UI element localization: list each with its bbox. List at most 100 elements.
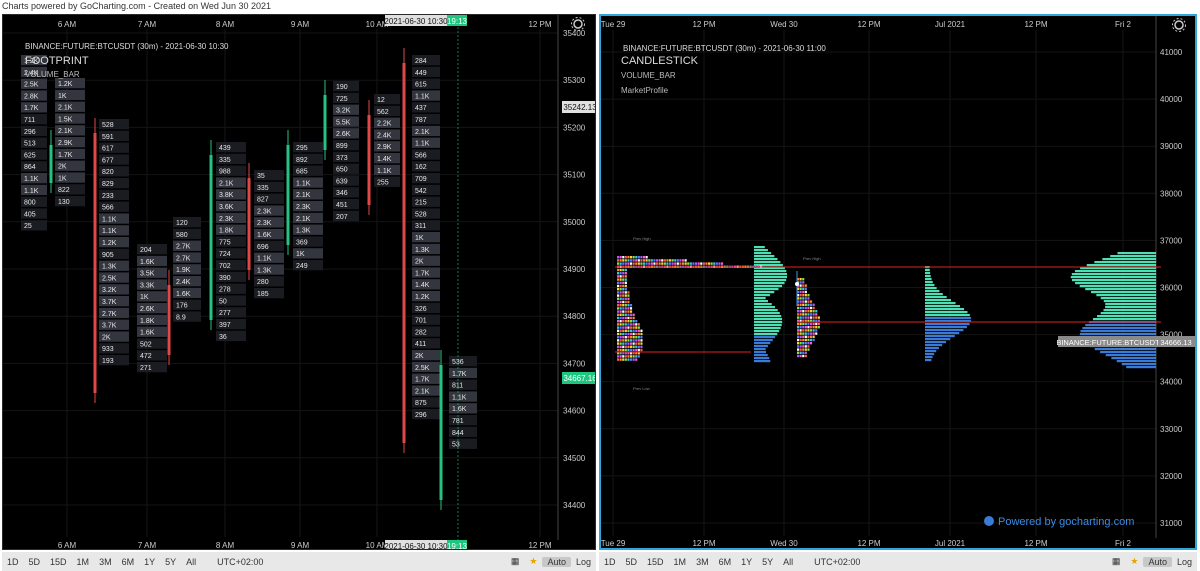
- footprint-cell-value: 711: [24, 117, 35, 124]
- footprint-cell-value: 335: [257, 185, 269, 192]
- grid-icon[interactable]: ▦: [506, 556, 525, 567]
- profile-bar: [754, 342, 771, 345]
- tpo-cell: [802, 306, 805, 310]
- time-tick-label: Wed 30: [770, 539, 798, 548]
- profile-bar: [925, 326, 967, 329]
- price-tick-label: 34600: [563, 407, 586, 416]
- footprint-chart-panel[interactable]: 6 AM 6 AM 7 AM 7 AM 8 AM 8 AM 9 AM 9 AM 10 AM 10 …: [2, 14, 596, 550]
- tpo-cell: [617, 320, 620, 323]
- footprint-cell-value: 2.2K: [377, 121, 392, 128]
- tpo-cell: [624, 307, 627, 310]
- log-scale-button[interactable]: Log: [571, 557, 596, 567]
- profile-bar: [754, 360, 771, 363]
- footprint-cell-value: 864: [24, 164, 36, 171]
- marketprofile-chart-panel[interactable]: Tue 29 Tue 29 12 PM 12 PM Wed 30 Wed 30 12 PM 1…: [599, 14, 1197, 550]
- range-6m[interactable]: 6M: [117, 557, 140, 567]
- tpo-cell: [802, 348, 805, 351]
- range-1y[interactable]: 1Y: [736, 557, 757, 567]
- profile-bar: [1075, 282, 1156, 285]
- tpo-cell: [815, 316, 818, 319]
- mp-settings-icon[interactable]: [1172, 18, 1186, 32]
- candle-body: [49, 145, 53, 183]
- auto-scale-button[interactable]: Auto: [542, 556, 571, 567]
- tpo-cell: [632, 355, 635, 358]
- timezone-label[interactable]: UTC+02:00: [201, 557, 268, 567]
- range-3m[interactable]: 3M: [94, 557, 117, 567]
- marketprofile-chart-canvas[interactable]: Tue 29 Tue 29 12 PM 12 PM Wed 30 Wed 30 12 PM 1…: [601, 16, 1195, 548]
- tpo-cell: [632, 358, 635, 361]
- tpo-cell: [619, 348, 622, 352]
- footprint-cell-value: 1.2K: [58, 81, 73, 88]
- tpo-cell: [630, 304, 633, 307]
- range-1m[interactable]: 1M: [72, 557, 95, 567]
- range-5d[interactable]: 5D: [24, 557, 46, 567]
- tpo-cell: [695, 262, 698, 265]
- profile-bar: [754, 282, 785, 285]
- tpo-cell: [617, 316, 620, 320]
- tpo-cell: [617, 262, 620, 265]
- star-icon[interactable]: ★: [1125, 556, 1143, 567]
- footprint-cell-value: 5.5K: [336, 119, 351, 126]
- profile-bar: [754, 309, 778, 312]
- footprint-cell-value: 566: [415, 152, 427, 159]
- price-tick-label: 35000: [563, 218, 586, 227]
- footprint-cell-value: 2.3K: [219, 216, 234, 223]
- footprint-column: 35 335 827 2.3K 2.3K 1.6K 696 1.1K 1.3K 280 185: [247, 163, 284, 299]
- credit-text: Charts powered by GoCharting.com - Creat…: [2, 1, 271, 11]
- range-all[interactable]: All: [181, 557, 201, 567]
- price-tick-label: 34700: [563, 359, 586, 368]
- tpo-cell: [632, 339, 635, 342]
- range-1d[interactable]: 1D: [2, 557, 24, 567]
- tpo-cell: [804, 322, 807, 326]
- tpo-cell: [799, 278, 802, 281]
- footprint-chart-canvas[interactable]: 6 AM6 AM7 AM7 AM8 AM8 AM9 AM9 AM10 AM10 …: [3, 15, 596, 550]
- time-tick-label: 12 PM: [1024, 20, 1047, 29]
- tpo-cell: [630, 316, 633, 320]
- tpo-cell: [624, 316, 627, 320]
- tpo-cell: [617, 259, 620, 262]
- candle-body: [286, 145, 290, 245]
- marketprofile-price-axis[interactable]: 4100040000390003800037000360003500034000…: [1160, 48, 1183, 528]
- range-1m[interactable]: 1M: [669, 557, 692, 567]
- range-6m[interactable]: 6M: [714, 557, 737, 567]
- tpo-cell: [617, 342, 620, 345]
- footprint-cell-value: 1.6K: [452, 406, 467, 413]
- profile-bar: [754, 255, 775, 258]
- last-price-label: BINANCE:FUTURE:BTCUSDT 34666.13: [1056, 336, 1195, 347]
- range-1y[interactable]: 1Y: [139, 557, 160, 567]
- grid-icon[interactable]: ▦: [1107, 556, 1126, 567]
- range-1d[interactable]: 1D: [599, 557, 621, 567]
- profile-bar: [925, 284, 935, 287]
- range-15d[interactable]: 15D: [642, 557, 669, 567]
- tpo-cell: [624, 300, 627, 304]
- footprint-cell-value: 8.9: [176, 314, 186, 321]
- log-scale-button[interactable]: Log: [1172, 557, 1197, 567]
- tpo-cell: [640, 348, 643, 352]
- prev-low-label: Prev Low: [633, 386, 650, 391]
- powered-by-badge[interactable]: Powered by gocharting.com: [984, 516, 1134, 528]
- range-all[interactable]: All: [778, 557, 798, 567]
- footprint-cell-value: 280: [257, 279, 269, 286]
- range-5y[interactable]: 5Y: [160, 557, 181, 567]
- tpo-cell: [637, 259, 640, 262]
- range-5d[interactable]: 5D: [621, 557, 643, 567]
- footprint-cell-value: 255: [377, 180, 389, 187]
- tpo-cell: [804, 284, 807, 287]
- tpo-cell: [802, 313, 805, 316]
- tpo-cell: [817, 322, 820, 326]
- footprint-symbol-label: BINANCE:FUTURE:BTCUSDT (30m) - 2021-06-3…: [25, 42, 229, 51]
- star-icon[interactable]: ★: [524, 556, 542, 567]
- profile-bar: [1071, 279, 1156, 282]
- tpo-cell: [630, 332, 633, 336]
- footprint-cell-value: 1K: [140, 294, 149, 301]
- range-15d[interactable]: 15D: [45, 557, 72, 567]
- timezone-label[interactable]: UTC+02:00: [798, 557, 865, 567]
- footprint-cell-value: 1.1K: [24, 188, 39, 195]
- profile-bar: [925, 299, 951, 302]
- tpo-cell: [627, 262, 630, 265]
- range-3m[interactable]: 3M: [691, 557, 714, 567]
- range-5y[interactable]: 5Y: [757, 557, 778, 567]
- auto-scale-button[interactable]: Auto: [1143, 556, 1172, 567]
- footprint-cell-value: 528: [415, 211, 427, 218]
- tpo-cell: [804, 351, 807, 354]
